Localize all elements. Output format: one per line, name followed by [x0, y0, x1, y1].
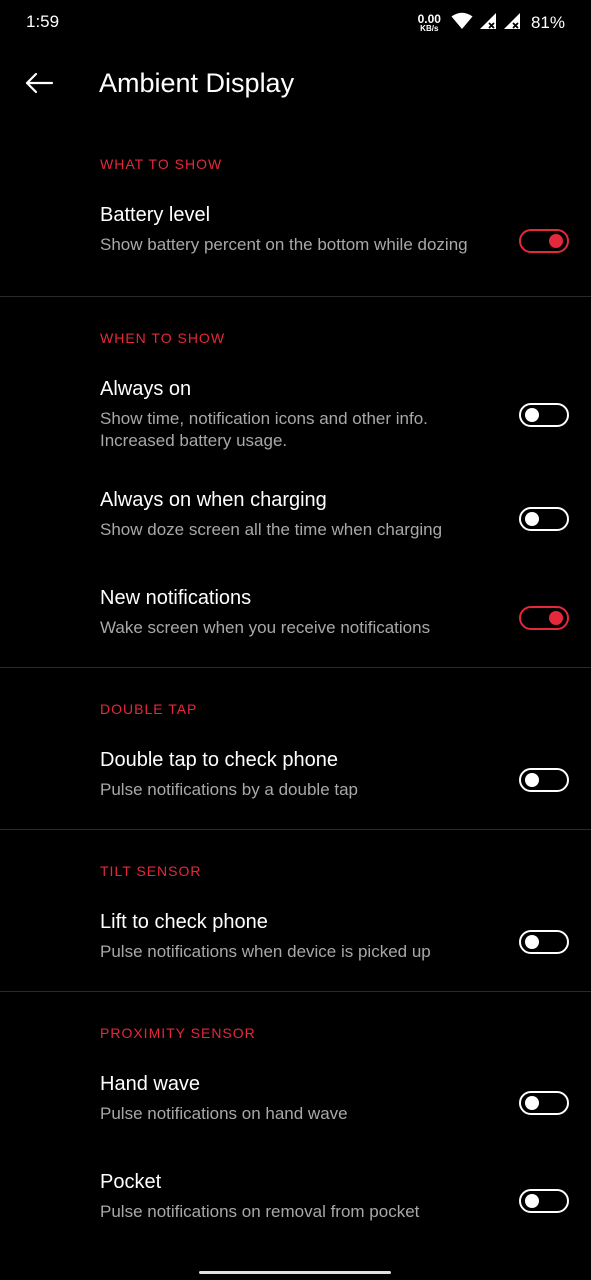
divider: [0, 991, 591, 992]
toggle-knob: [525, 408, 539, 422]
new-notifications-toggle[interactable]: [519, 606, 569, 630]
setting-pocket[interactable]: Pocket Pulse notifications on removal fr…: [0, 1171, 591, 1231]
setting-hand-wave[interactable]: Hand wave Pulse notifications on hand wa…: [0, 1073, 591, 1133]
always-on-when-charging-toggle[interactable]: [519, 507, 569, 531]
toggle-knob: [525, 1096, 539, 1110]
setting-summary: Pulse notifications by a double tap: [100, 780, 359, 799]
setting-always-on[interactable]: Always on Show time, notification icons …: [0, 378, 591, 458]
battery-percent: 81%: [530, 13, 565, 32]
section-header-when-to-show: WHEN TO SHOW: [100, 330, 226, 346]
divider: [0, 667, 591, 668]
toggle-knob: [549, 611, 563, 625]
always-on-toggle[interactable]: [519, 403, 569, 427]
setting-new-notifications[interactable]: New notifications Wake screen when you r…: [0, 587, 591, 647]
setting-summary: Show battery percent on the bottom while…: [100, 235, 468, 254]
setting-battery-level[interactable]: Battery level Show battery percent on th…: [0, 204, 591, 284]
section-header-what-to-show: WHAT TO SHOW: [100, 156, 223, 172]
setting-summary: Show doze screen all the time when charg…: [100, 520, 443, 539]
setting-summary: Show time, notification icons and other …: [100, 409, 428, 450]
toggle-knob: [525, 935, 539, 949]
status-icons: 0.00 KB/s 81%: [418, 10, 565, 36]
lift-to-check-toggle[interactable]: [519, 930, 569, 954]
setting-summary: Pulse notifications when device is picke…: [100, 942, 431, 961]
toggle-knob: [525, 1194, 539, 1208]
toggle-knob: [549, 234, 563, 248]
status-bar: 1:59 0.00 KB/s 81%: [0, 0, 591, 46]
network-speed-unit: KB/s: [420, 24, 439, 33]
arrow-left-icon: [24, 71, 54, 100]
pocket-toggle[interactable]: [519, 1189, 569, 1213]
setting-always-on-when-charging[interactable]: Always on when charging Show doze screen…: [0, 489, 591, 549]
setting-title: Always on when charging: [100, 489, 327, 511]
hand-wave-toggle[interactable]: [519, 1091, 569, 1115]
app-bar: Ambient Display: [0, 46, 591, 126]
status-time: 1:59: [26, 12, 60, 31]
setting-title: Hand wave: [100, 1073, 201, 1095]
divider: [0, 296, 591, 297]
setting-summary: Wake screen when you receive notificatio…: [100, 618, 431, 637]
page-title: Ambient Display: [99, 68, 295, 98]
setting-lift-to-check-phone[interactable]: Lift to check phone Pulse notifications …: [0, 911, 591, 971]
toggle-knob: [525, 512, 539, 526]
setting-summary: Pulse notifications on hand wave: [100, 1104, 348, 1123]
setting-title: Pocket: [100, 1171, 162, 1193]
network-speed: 0.00 KB/s: [418, 13, 441, 33]
setting-title: Double tap to check phone: [100, 749, 338, 771]
double-tap-toggle[interactable]: [519, 768, 569, 792]
setting-title: Always on: [100, 378, 192, 400]
signal-icon: [479, 12, 497, 35]
setting-title: New notifications: [100, 587, 252, 609]
toggle-knob: [525, 773, 539, 787]
setting-title: Lift to check phone: [100, 911, 268, 933]
wifi-icon: [451, 12, 473, 35]
signal-icon: [503, 12, 521, 35]
setting-title: Battery level: [100, 204, 211, 226]
section-header-proximity-sensor: PROXIMITY SENSOR: [100, 1025, 256, 1041]
back-button[interactable]: [14, 60, 64, 110]
section-header-double-tap: DOUBLE TAP: [100, 701, 198, 717]
divider: [0, 829, 591, 830]
setting-summary: Pulse notifications on removal from pock…: [100, 1202, 420, 1221]
section-header-tilt-sensor: TILT SENSOR: [100, 863, 202, 879]
setting-double-tap-to-check-phone[interactable]: Double tap to check phone Pulse notifica…: [0, 749, 591, 809]
navigation-gesture-handle[interactable]: [199, 1271, 391, 1274]
battery-level-toggle[interactable]: [519, 229, 569, 253]
